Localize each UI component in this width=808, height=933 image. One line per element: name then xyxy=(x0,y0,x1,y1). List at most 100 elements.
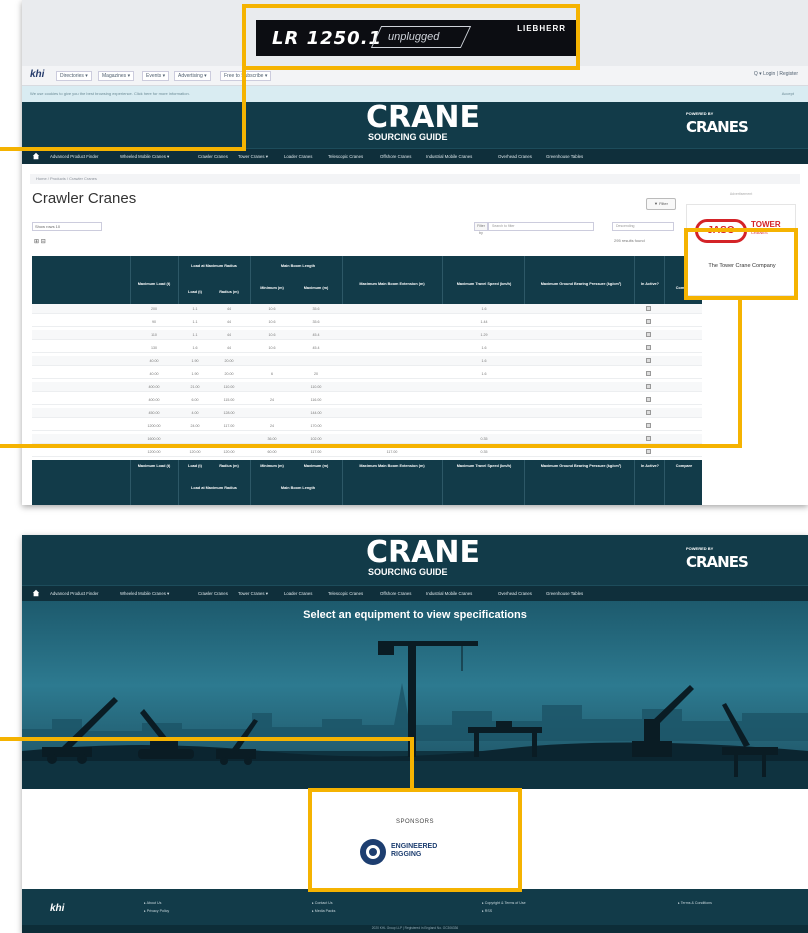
khi-logo[interactable]: khi xyxy=(30,69,44,80)
menu2-industrial-mobile[interactable]: Industrial Mobile Cranes xyxy=(426,591,472,596)
home-icon[interactable] xyxy=(32,589,40,597)
menu-overhead-cranes[interactable]: Overhead Cranes xyxy=(498,154,532,159)
active-checkbox[interactable] xyxy=(646,319,651,324)
col-ground-pressure[interactable]: Maximum Ground Bearing Pressure (kg/cm²) xyxy=(526,282,636,287)
crane-silhouettes[interactable] xyxy=(22,601,808,789)
table-row[interactable]: 400.00 6.00 115.00 24 116.00 xyxy=(32,395,702,405)
active-checkbox[interactable] xyxy=(646,332,651,337)
menu2-offshore-cranes[interactable]: Offshore Cranes xyxy=(380,591,411,596)
col-travel-speed[interactable]: Maximum Travel Speed (km/h) xyxy=(444,282,524,287)
table-row[interactable]: 40.00 1.90 20.00 6 20 1.6 xyxy=(32,369,702,379)
col-in-active[interactable]: In Active? xyxy=(636,282,664,287)
active-checkbox[interactable] xyxy=(646,397,651,402)
menu2-advanced-finder[interactable]: Advanced Product Finder xyxy=(50,591,99,596)
active-checkbox[interactable] xyxy=(646,410,651,415)
active-checkbox[interactable] xyxy=(646,384,651,389)
cell-boom-max: 45.4 xyxy=(312,333,320,337)
page-title: Crawler Cranes xyxy=(32,190,137,207)
table-row[interactable]: 400.00 21.00 110.00 110.00 xyxy=(32,382,702,392)
col-boom-min[interactable]: Minimum (m) xyxy=(252,286,292,291)
table-row[interactable]: 90 1.1 44 10.6 35.6 1.44 xyxy=(32,317,702,327)
col-load[interactable]: Load (t) xyxy=(182,290,208,295)
footer-rss-link[interactable]: ▸ RSS xyxy=(482,909,492,913)
footer-contact-link[interactable]: ▸ Contact Us xyxy=(312,901,333,905)
cell-boom-min: 6 xyxy=(271,372,273,376)
site-title-2[interactable]: CRANE xyxy=(366,538,480,568)
col-max-load[interactable]: Maximum Load (t) xyxy=(132,282,176,287)
filter-button[interactable]: ▼ Filter xyxy=(646,198,676,210)
nav-directories[interactable]: Directories ▾ xyxy=(56,71,92,81)
footer-copyright-link[interactable]: ▸ Copyright & Terms of Use xyxy=(482,901,526,905)
view-toggle-icons[interactable]: ⊞ ⊟ xyxy=(34,238,46,245)
active-checkbox[interactable] xyxy=(646,371,651,376)
table-row[interactable]: 1200.00 120.00 120.00 60.00 117.00 117.0… xyxy=(32,447,702,457)
divider xyxy=(634,460,635,505)
rows-per-page-select[interactable]: Show rows 10 xyxy=(32,222,102,231)
cell-travel-speed: 1.6 xyxy=(481,359,487,363)
nav-magazines[interactable]: Magazines ▾ xyxy=(98,71,135,81)
international-cranes-logo[interactable]: CRANES xyxy=(686,118,749,136)
menu-tower-cranes[interactable]: Tower Cranes ▾ xyxy=(238,154,268,160)
callout-line-sponsor-vert xyxy=(410,737,414,790)
cell-radius: 120.00 xyxy=(223,450,235,454)
menu-advanced-finder[interactable]: Advanced Product Finder xyxy=(50,154,99,159)
menu2-wheeled-mobile[interactable]: Wheeled Mobile Cranes ▾ xyxy=(120,591,169,597)
foot-group-load: Load at Maximum Radius xyxy=(191,486,237,490)
foot-col-boom-ext: Maximum Main Boom Extension (m) xyxy=(359,464,425,468)
active-checkbox[interactable] xyxy=(646,436,651,441)
table-row[interactable]: 130 1.6 44 10.6 45.4 1.6 xyxy=(32,343,702,353)
search-input[interactable]: Search to filter xyxy=(488,222,594,231)
menu-wheeled-mobile[interactable]: Wheeled Mobile Cranes ▾ xyxy=(120,154,169,160)
menu2-telescopic-cranes[interactable]: Telescopic Cranes xyxy=(328,591,363,596)
menu-loader-cranes[interactable]: Loader Cranes xyxy=(284,154,312,159)
footer-copyright-text: 2020 KHL Group LLP | Registered in Engla… xyxy=(371,926,459,930)
cookie-accept-button[interactable]: Accept xyxy=(782,91,794,96)
table-row[interactable]: 1200.00 24.00 117.00 24 170.00 xyxy=(32,421,702,431)
col-radius[interactable]: Radius (m) xyxy=(212,290,246,295)
active-checkbox[interactable] xyxy=(646,358,651,363)
active-checkbox[interactable] xyxy=(646,345,651,350)
cell-max-load: 1200.00 xyxy=(147,450,161,454)
menu-crawler-cranes[interactable]: Crawler Cranes xyxy=(198,154,228,159)
home-icon[interactable] xyxy=(32,152,40,160)
nav-advertising[interactable]: Advertising ▾ xyxy=(174,71,211,81)
highlight-ad-banner xyxy=(242,4,580,70)
menu-telescopic-cranes[interactable]: Telescopic Cranes xyxy=(328,154,363,159)
footer-terms-link[interactable]: ▸ Terms & Conditions xyxy=(678,901,712,905)
site-header: CRANE SOURCING GUIDE POWERED BY CRANES xyxy=(22,102,808,148)
active-checkbox[interactable] xyxy=(646,449,651,454)
active-checkbox[interactable] xyxy=(646,423,651,428)
table-row[interactable]: 1600.00 36.00 102.00 0.35 xyxy=(32,434,702,444)
table-row[interactable]: 450.00 4.00 128.00 144.00 xyxy=(32,408,702,418)
footer-khi-logo[interactable]: khi xyxy=(50,903,64,914)
cell-radius: 117.00 xyxy=(223,424,235,428)
search-label: Filter by xyxy=(474,222,488,235)
menu-greenhouse-tables[interactable]: Greenhouse Tables xyxy=(546,154,583,159)
table-row[interactable]: 110 1.1 44 10.6 45.4 1.29 xyxy=(32,330,702,340)
cell-boom-min: 60.00 xyxy=(267,450,277,454)
col-boom-extension[interactable]: Maximum Main Boom Extension (m) xyxy=(344,282,440,287)
sort-select[interactable]: Descending xyxy=(612,222,674,231)
breadcrumb-text[interactable]: Home / Products / Crawler Cranes xyxy=(36,176,97,181)
nav-events[interactable]: Events ▾ xyxy=(142,71,170,81)
menu-industrial-mobile[interactable]: Industrial Mobile Cranes xyxy=(426,154,472,159)
footer-privacy-link[interactable]: ▸ Privacy Policy xyxy=(144,909,169,913)
site-title[interactable]: CRANE xyxy=(366,103,480,133)
menu2-overhead-cranes[interactable]: Overhead Cranes xyxy=(498,591,532,596)
table-header: Load at Maximum Radius Main Boom Length … xyxy=(32,256,702,304)
footer-about-link[interactable]: ▸ About Us xyxy=(144,901,161,905)
menu-offshore-cranes[interactable]: Offshore Cranes xyxy=(380,154,411,159)
login-register-link[interactable]: Q ▾ Login | Register xyxy=(754,71,798,77)
international-cranes-logo-2[interactable]: CRANES xyxy=(686,553,749,571)
menu2-tower-cranes[interactable]: Tower Cranes ▾ xyxy=(238,591,268,597)
menu2-crawler-cranes[interactable]: Crawler Cranes xyxy=(198,591,228,596)
active-checkbox[interactable] xyxy=(646,306,651,311)
table-row[interactable]: 200 1.1 44 10.6 35.6 1.6 xyxy=(32,304,702,314)
table-row[interactable]: 40.00 1.90 20.00 1.6 xyxy=(32,356,702,366)
loader-crane-silhouette[interactable] xyxy=(216,719,258,765)
menu2-loader-cranes[interactable]: Loader Cranes xyxy=(284,591,312,596)
cell-radius: 110.00 xyxy=(223,385,235,389)
col-boom-max[interactable]: Maximum (m) xyxy=(294,286,338,291)
menu2-greenhouse-tables[interactable]: Greenhouse Tables xyxy=(546,591,583,596)
footer-media-link[interactable]: ▸ Media Packs xyxy=(312,909,335,913)
